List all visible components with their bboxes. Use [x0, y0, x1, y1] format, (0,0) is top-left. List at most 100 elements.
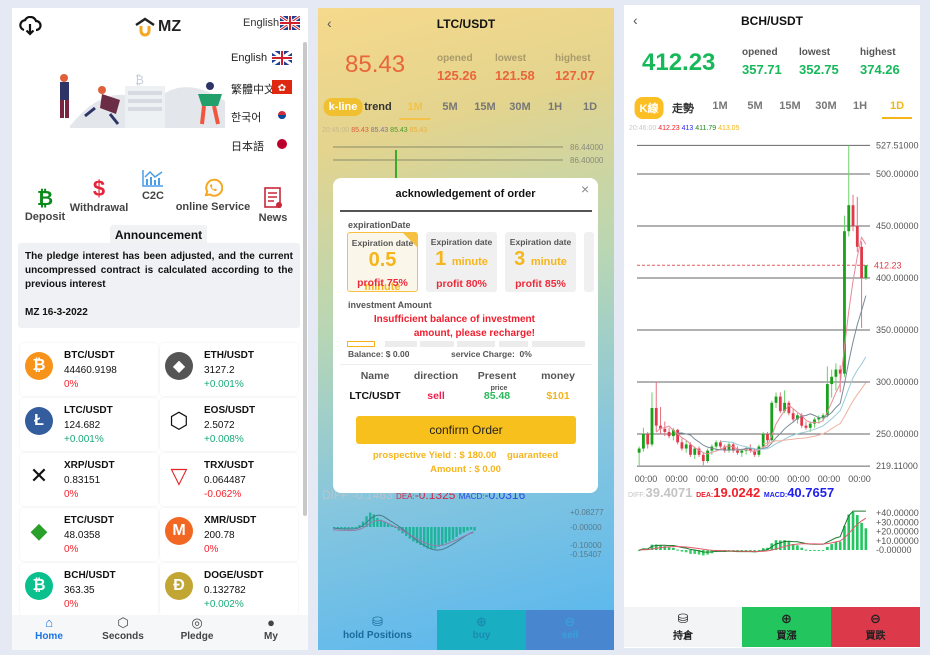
- coin-price: 44460.9198: [64, 365, 117, 376]
- macd-bar: [808, 550, 812, 551]
- coin-card[interactable]: ◆ ETC/USDT 48.0358 0%: [20, 508, 158, 561]
- coin-price: 0.064487: [204, 475, 246, 486]
- macd-bar: [753, 550, 756, 551]
- macd-bar: [821, 550, 825, 551]
- language-option-english[interactable]: English: [231, 52, 267, 64]
- coin-card[interactable]: ▽ TRX/USDT 0.064487 -0.062%: [160, 453, 298, 506]
- hold-positions-button[interactable]: ⛁ hold Positions: [318, 610, 437, 650]
- coin-change: +0.008%: [204, 434, 244, 445]
- quick-link-news[interactable]: News: [233, 187, 308, 224]
- buy-down-button[interactable]: ⊖ 買跌: [831, 607, 920, 647]
- amount-option[interactable]: [385, 341, 417, 347]
- selected-check-icon: [403, 233, 417, 247]
- candle: [680, 442, 684, 449]
- buy-up-button[interactable]: ⊕ 買漲: [742, 607, 831, 647]
- macd-bar: [441, 527, 444, 545]
- order-direction: sell: [427, 390, 445, 402]
- coin-icon: ₿: [25, 572, 53, 600]
- quick-link-label: News: [258, 212, 288, 224]
- expiration-option[interactable]: [584, 232, 594, 292]
- candle: [834, 369, 838, 377]
- coin-card[interactable]: ⬡ EOS/USDT 2.5072 +0.008%: [160, 398, 298, 451]
- tab-1[interactable]: 走勢: [672, 100, 694, 116]
- uk-flag-icon[interactable]: [280, 16, 300, 30]
- service-charge-text: service Charge: 0%: [451, 349, 532, 359]
- bch-kline-chart[interactable]: 527.51000 500.00000 450.00000 400.00000 350.…: [624, 140, 920, 570]
- nav-label: My: [264, 631, 278, 642]
- candle: [860, 246, 863, 278]
- macd-bar: [796, 545, 799, 550]
- language-option-traditional-chinese[interactable]: 繁體中文: [231, 81, 275, 97]
- coin-card[interactable]: ₿ BTC/USDT 44460.9198 0%: [20, 343, 158, 396]
- coin-price: 48.0358: [64, 530, 101, 541]
- sell-button[interactable]: ⊖ sell: [526, 610, 614, 650]
- coins-icon: ⛁: [677, 611, 689, 626]
- coin-change: 0%: [64, 379, 79, 390]
- macd-bar: [469, 527, 473, 530]
- coin-change: 0%: [64, 599, 79, 610]
- tab-0[interactable]: K線: [634, 97, 664, 119]
- korea-flag-icon[interactable]: [272, 108, 292, 122]
- option-profit: profit 80%: [436, 278, 487, 290]
- tab-3[interactable]: 5M: [747, 100, 762, 112]
- coin-icon: ₿: [25, 352, 53, 380]
- logo-text: MZ: [158, 18, 182, 35]
- candle: [804, 425, 808, 428]
- yen-up-icon: ⊕: [781, 611, 792, 626]
- banner-illustration: ₿: [60, 73, 225, 128]
- moving-average-line: [655, 236, 867, 455]
- macd-bar: [813, 550, 816, 551]
- expiration-option[interactable]: Expiration date 0.5 minute profit 75%: [347, 232, 418, 292]
- candle: [808, 423, 812, 428]
- language-option-korean[interactable]: 한국어: [231, 109, 261, 125]
- uk-flag-icon[interactable]: [272, 51, 292, 65]
- language-selector[interactable]: English: [243, 17, 279, 29]
- coin-card[interactable]: Ł LTC/USDT 124.682 +0.001%: [20, 398, 158, 451]
- nav-my[interactable]: ● My: [234, 615, 308, 642]
- hold-positions-button[interactable]: ⛁ 持倉: [624, 607, 742, 647]
- coin-card[interactable]: ✕ XRP/USDT 0.83151 0%: [20, 453, 158, 506]
- tab-2[interactable]: 1M: [712, 100, 727, 112]
- stat-highest: 374.26: [860, 62, 900, 77]
- nav-seconds[interactable]: ⬡ Seconds: [86, 615, 160, 642]
- tab-5[interactable]: 30M: [815, 100, 836, 112]
- buy-button[interactable]: ⊕ buy: [437, 610, 526, 650]
- candle: [684, 444, 688, 449]
- amount-option[interactable]: [457, 341, 495, 347]
- coin-card[interactable]: Ð DOGE/USDT 0.132782 +0.002%: [160, 563, 298, 616]
- language-option-japanese[interactable]: 日本語: [231, 138, 264, 154]
- nav-pledge[interactable]: ◎ Pledge: [160, 615, 234, 642]
- y-axis-label: 350.00000: [876, 325, 919, 335]
- coins-icon: ⛁: [372, 614, 383, 629]
- nav-home[interactable]: ⌂ Home: [12, 615, 86, 642]
- tab-4[interactable]: 15M: [779, 100, 800, 112]
- hong-kong-flag-icon[interactable]: ✿: [272, 80, 292, 94]
- home-icon: ⌂: [45, 615, 53, 630]
- download-cloud-icon[interactable]: [18, 15, 42, 36]
- close-icon[interactable]: ×: [581, 181, 589, 197]
- japan-flag-icon[interactable]: [272, 137, 292, 151]
- expiration-option[interactable]: Expiration date 1 minute profit 80%: [426, 232, 497, 292]
- coin-card[interactable]: M XMR/USDT 200.78 0%: [160, 508, 298, 561]
- y-axis-label: 86.44000: [570, 143, 604, 152]
- amount-option[interactable]: [532, 341, 585, 347]
- coin-card[interactable]: ◆ ETH/USDT 3127.2 +0.001%: [160, 343, 298, 396]
- macd-bar: [676, 549, 679, 551]
- coin-change: 0%: [64, 489, 79, 500]
- amount-option-selected[interactable]: [347, 341, 375, 347]
- candle: [701, 454, 705, 462]
- announcement-box[interactable]: The pledge interest has been adjusted, a…: [18, 243, 300, 328]
- confirm-order-button[interactable]: confirm Order: [356, 416, 576, 444]
- macd-axis-label: -0.00000: [876, 545, 912, 555]
- macd-bar: [838, 541, 842, 550]
- candle: [667, 431, 671, 437]
- expiration-option[interactable]: Expiration date 3 minute profit 85%: [505, 232, 576, 292]
- tab-7[interactable]: 1D: [881, 100, 913, 119]
- amount-option[interactable]: [499, 341, 528, 347]
- macd-bar: [423, 527, 426, 547]
- coin-card[interactable]: ₿ BCH/USDT 363.35 0%: [20, 563, 158, 616]
- scrollbar[interactable]: [303, 42, 307, 516]
- amount-option[interactable]: [420, 341, 454, 347]
- tab-6[interactable]: 1H: [853, 100, 867, 112]
- coin-name: BTC/USDT: [64, 350, 115, 361]
